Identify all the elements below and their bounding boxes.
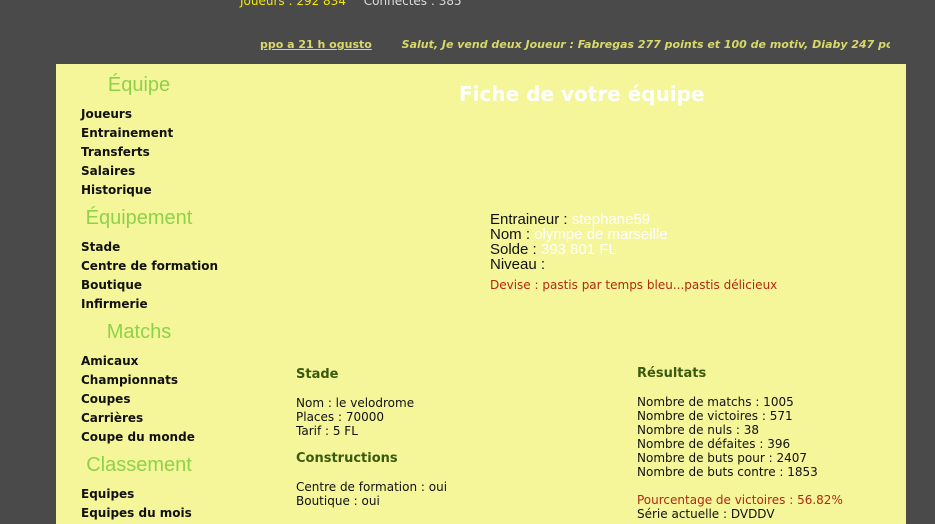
top-stats: Joueurs : 292 834 Connectés : 385 [240, 0, 462, 8]
results-block: Résultats Nombre de matchs : 1005 Nombre… [637, 366, 843, 522]
balance-value: 393 801 FL [540, 241, 617, 258]
ticker-link[interactable]: ppo a 21 h ogusto [260, 38, 372, 51]
results-matchs: Nombre de matchs : 1005 [637, 395, 794, 409]
news-ticker: ppo a 21 h ogusto Salut, Je vend deux Jo… [260, 38, 890, 51]
menu-item-historique[interactable]: Historique [81, 183, 152, 197]
menu-item-boutique[interactable]: Boutique [81, 278, 142, 292]
section-title-matchs: Matchs [106, 321, 172, 343]
level-label: Niveau : [490, 256, 546, 273]
results-nuls: Nombre de nuls : 38 [637, 423, 760, 437]
menu-item-joueurs[interactable]: Joueurs [81, 107, 132, 121]
menu-item-championnats[interactable]: Championnats [81, 373, 178, 387]
page-title: Fiche de votre équipe [459, 82, 705, 106]
menu-item-salaires[interactable]: Salaires [81, 164, 135, 178]
team-motto: Devise : pastis par temps bleu...pastis … [490, 278, 778, 292]
menu-item-centre-formation[interactable]: Centre de formation [81, 259, 218, 273]
results-heading: Résultats [637, 366, 707, 381]
results-victoires: Nombre de victoires : 571 [637, 409, 793, 423]
menu-item-stade[interactable]: Stade [81, 240, 120, 254]
stadium-block: Stade Nom : le velodrome Places : 70000 … [296, 367, 415, 439]
constructions-boutique: Boutique : oui [296, 494, 380, 508]
results-current-streak: Série actuelle : DVDDV [637, 507, 775, 521]
constructions-block: Constructions Centre de formation : oui … [296, 451, 448, 509]
stadium-places: Places : 70000 [296, 410, 385, 424]
constructions-centre: Centre de formation : oui [296, 480, 448, 494]
menu-item-carrieres[interactable]: Carrières [81, 411, 143, 425]
players-count: Joueurs : 292 834 [240, 0, 346, 8]
name-row: Nom : olympe de marseille [490, 227, 668, 242]
menu-item-infirmerie[interactable]: Infirmerie [81, 297, 148, 311]
menu-item-equipes[interactable]: Equipes [81, 487, 134, 501]
results-buts-contre: Nombre de buts contre : 1853 [637, 465, 818, 479]
results-win-percentage: Pourcentage de victoires : 56.82% [637, 493, 843, 507]
constructions-heading: Constructions [296, 451, 398, 466]
ticker-message: Salut, Je vend deux Joueur : Fabregas 27… [401, 38, 890, 51]
team-info: Entraineur : stephane59 Nom : olympe de … [490, 212, 668, 272]
section-title-equipe: Équipe [107, 74, 171, 96]
menu-item-amicaux[interactable]: Amicaux [81, 354, 138, 368]
main-panel: Équipe Joueurs Entrainement Transferts S… [56, 64, 906, 524]
results-defaites: Nombre de défaites : 396 [637, 437, 791, 451]
stadium-name: Nom : le velodrome [296, 396, 415, 410]
stadium-heading: Stade [296, 367, 339, 382]
balance-row: Solde : 393 801 FL [490, 242, 668, 257]
results-buts-pour: Nombre de buts pour : 2407 [637, 451, 808, 465]
menu-item-equipes-du-mois[interactable]: Equipes du mois [81, 506, 192, 520]
menu-item-entrainement[interactable]: Entrainement [81, 126, 173, 140]
stadium-tarif: Tarif : 5 FL [296, 424, 358, 438]
menu-item-coupe-du-monde[interactable]: Coupe du monde [81, 430, 195, 444]
section-title-equipement: Équipement [85, 207, 193, 229]
coach-row: Entraineur : stephane59 [490, 212, 668, 227]
connected-count: Connectés : 385 [363, 0, 462, 8]
section-title-classement: Classement [86, 454, 192, 476]
menu-item-transferts[interactable]: Transferts [81, 145, 150, 159]
menu-item-coupes[interactable]: Coupes [81, 392, 130, 406]
level-row: Niveau : [490, 257, 668, 272]
